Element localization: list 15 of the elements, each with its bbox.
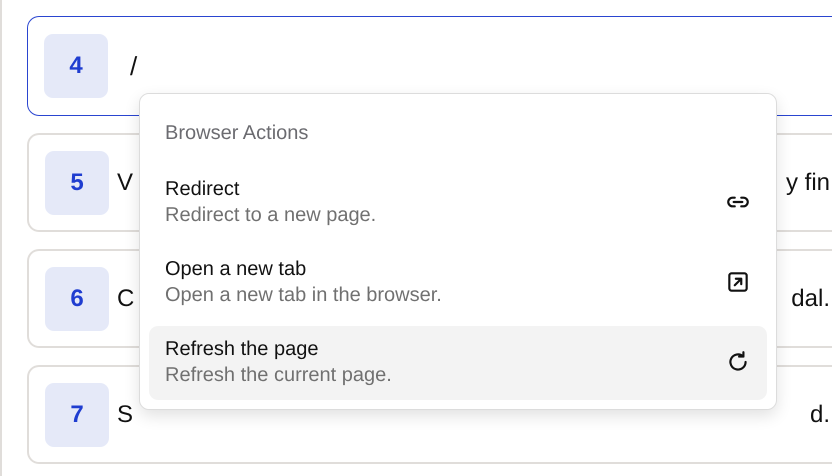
step-text: C: [117, 284, 134, 314]
step-number: 7: [45, 382, 109, 446]
step-text: y fin: [786, 168, 831, 198]
step-number: 4: [44, 34, 108, 98]
menu-heading: Browser Actions: [164, 121, 310, 146]
step-text: S: [117, 400, 134, 430]
step-number: 6: [45, 266, 109, 330]
step-text: d.: [810, 400, 831, 430]
menu-item[interactable]: Open a new tab Open a new tab in the browser.: [149, 246, 767, 320]
step-text: dal.: [791, 284, 831, 314]
step-text: V: [117, 168, 134, 198]
menu-item[interactable]: Redirect Redirect to a new page.: [149, 166, 767, 240]
step-number: 5: [45, 150, 109, 214]
input-field[interactable]: /: [130, 46, 210, 86]
menu-item[interactable]: Refresh the page Refresh the current page.: [149, 326, 767, 400]
